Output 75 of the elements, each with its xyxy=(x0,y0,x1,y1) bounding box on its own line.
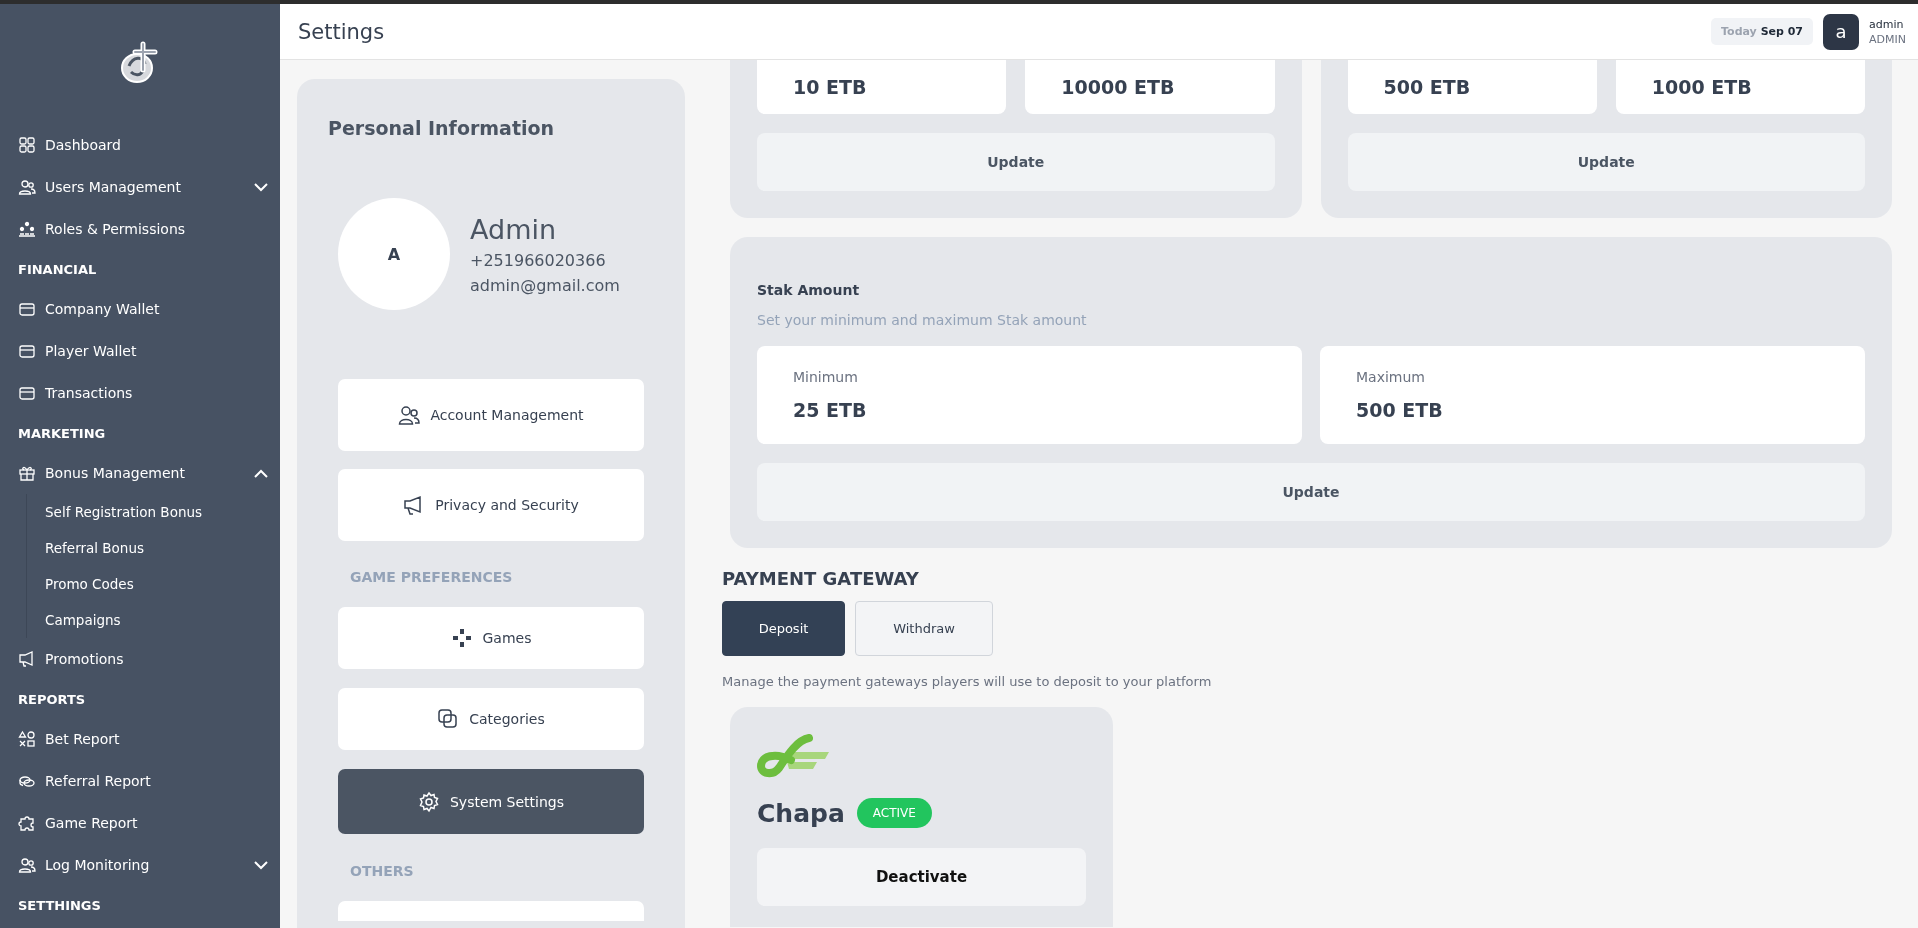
chevron-icon xyxy=(254,860,268,870)
profile-phone: +251966020366 xyxy=(470,250,607,270)
sidebar-section-label: REPORTS xyxy=(18,690,87,709)
user-name: admin xyxy=(1869,17,1905,31)
menu-button[interactable]: Games xyxy=(338,607,644,669)
amount-field[interactable]: 10000 ETB xyxy=(1025,60,1275,114)
section-heading: PAYMENT GATEWAY xyxy=(722,568,920,589)
menu-button[interactable]: Categories xyxy=(338,688,644,750)
amount-field[interactable]: Maximum 500 ETB xyxy=(1320,346,1865,444)
sidebar-item[interactable]: Users Management xyxy=(18,166,280,208)
users-icon xyxy=(18,178,36,196)
puzzle-icon xyxy=(18,814,36,832)
grid-icon xyxy=(18,136,36,154)
roles-icon xyxy=(18,220,36,238)
sidebar-item[interactable]: Promotions xyxy=(18,638,280,680)
gift-icon xyxy=(18,464,36,482)
megaphone-icon xyxy=(18,650,36,668)
card-title: Stak Amount xyxy=(757,282,861,298)
sidebar-item[interactable]: Referral Report xyxy=(18,760,280,802)
menu-button[interactable]: Privacy and Security xyxy=(338,469,644,541)
chevron-icon xyxy=(254,182,268,192)
section-description: Manage the payment gateways players will use to deposit to your platform xyxy=(722,674,1213,689)
sidebar-section-label: MARKETING xyxy=(18,424,107,443)
update-button[interactable]: Update xyxy=(757,133,1275,191)
gear-icon xyxy=(417,790,440,813)
profile-name: Admin xyxy=(470,213,558,245)
profile-avatar: A xyxy=(338,198,450,310)
profile-email: admin@gmail.com xyxy=(470,275,620,295)
menu-button[interactable] xyxy=(338,901,644,921)
date-chip: Today Sep 07 xyxy=(1711,18,1814,45)
sidebar-item[interactable]: Company Wallet xyxy=(18,288,280,330)
menu-button[interactable]: System Settings xyxy=(338,769,644,834)
tab[interactable]: Deposit xyxy=(722,601,845,656)
users-icon xyxy=(398,404,421,426)
update-button[interactable]: Update xyxy=(1347,133,1865,191)
menu-section-label: GAME PREFERENCES xyxy=(349,568,514,587)
deactivate-button[interactable]: Deactivate xyxy=(757,848,1086,906)
amount-field[interactable]: 1000 ETB xyxy=(1615,60,1865,114)
gateway-name: Chapa xyxy=(757,798,845,828)
sidebar-item[interactable]: Roles & Permissions xyxy=(18,208,280,250)
gateway-logo-icon xyxy=(757,734,831,778)
user-avatar[interactable]: a xyxy=(1823,13,1860,50)
sidebar-subitem[interactable]: Promo Codes xyxy=(45,566,134,602)
menu-section-label: OTHERS xyxy=(349,862,415,881)
shapes-icon xyxy=(18,730,36,748)
sidebar-item[interactable]: Log Monitoring xyxy=(18,844,280,886)
panel-heading: Personal Information xyxy=(328,117,556,139)
page-title: Settings xyxy=(298,19,385,44)
card-description: Set your minimum and maximum Stak amount xyxy=(757,312,1088,328)
gamepad-icon xyxy=(450,627,473,649)
sidebar-item[interactable]: Player Wallet xyxy=(18,330,280,372)
sidebar-item[interactable]: Bonus Management xyxy=(18,452,280,494)
copy-icon xyxy=(437,708,460,730)
sidebar-section-label: FINANCIAL xyxy=(18,260,98,279)
sidebar-item[interactable]: Bet Report xyxy=(18,718,280,760)
sidebar-item[interactable]: Transactions xyxy=(18,372,280,414)
menu-button[interactable]: Account Management xyxy=(338,379,644,451)
sidebar-subitem[interactable]: Campaigns xyxy=(45,602,121,638)
users-icon xyxy=(18,856,36,874)
card-icon xyxy=(18,342,36,360)
update-button[interactable]: Update xyxy=(757,463,1865,521)
sidebar-item[interactable]: Game Report xyxy=(18,802,280,844)
sidebar-subitem[interactable]: Self Registration Bonus xyxy=(45,494,203,530)
user-role: ADMIN xyxy=(1869,32,1906,46)
tab[interactable]: Withdraw xyxy=(855,601,993,656)
sidebar-section-label: SETTHINGS xyxy=(18,896,102,915)
status-badge: ACTIVE xyxy=(856,798,932,828)
chevron-icon xyxy=(254,468,268,478)
sidebar-subitem[interactable]: Referral Bonus xyxy=(45,530,144,566)
amount-field[interactable]: Minimum 25 ETB xyxy=(757,346,1302,444)
amount-field[interactable]: 10 ETB xyxy=(757,60,1007,114)
sidebar-item[interactable]: Dashboard xyxy=(18,124,280,166)
amount-field[interactable]: 500 ETB xyxy=(1347,60,1597,114)
card-icon xyxy=(18,384,36,402)
card-icon xyxy=(18,300,36,318)
